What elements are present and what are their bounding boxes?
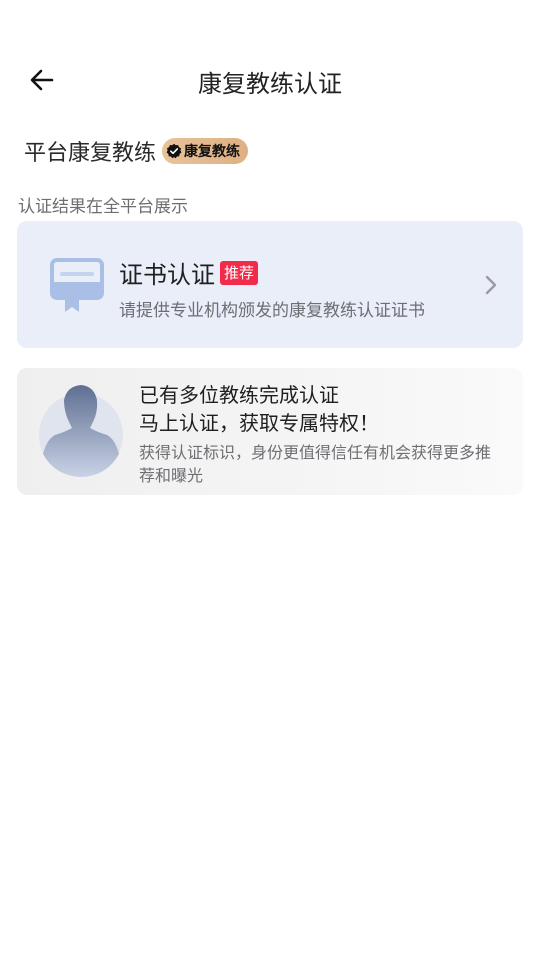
role-badge: 康复教练 xyxy=(162,138,249,164)
role-text: 平台康复教练 xyxy=(24,141,157,166)
cert-title-row: 证书认证 推荐 xyxy=(119,255,259,290)
person-avatar-icon xyxy=(39,385,123,477)
promo-headline: 已有多位教练完成认证 xyxy=(139,383,339,407)
promo-description: 获得认证标识，身份更值得信任有机会获得更多推荐和曝光 xyxy=(139,443,492,485)
certificate-icon xyxy=(50,258,104,312)
promo-card: 已有多位教练完成认证 马上认证，获取专属特权！ 获得认证标识，身份更值得信任有机… xyxy=(17,368,523,495)
page-title: 康复教练认证 xyxy=(198,70,342,98)
certificate-auth-card[interactable]: 证书认证 推荐 请提供专业机构颁发的康复教练认证证书 xyxy=(17,221,523,348)
recommend-tag: 推荐 xyxy=(220,260,259,285)
promo-subheadline: 马上认证，获取专属特权！ xyxy=(139,411,379,435)
section-label: 认证结果在全平台展示 xyxy=(18,197,188,217)
cert-title: 证书认证 xyxy=(119,261,215,289)
role-row: 平台康复教练 康复教练 xyxy=(24,136,249,166)
role-badge-label: 康复教练 xyxy=(184,144,241,160)
cert-description: 请提供专业机构颁发的康复教练认证证书 xyxy=(119,301,425,321)
header: 康复教练认证 xyxy=(0,52,540,108)
verified-check-icon xyxy=(166,143,182,159)
chevron-right-icon xyxy=(485,275,497,295)
